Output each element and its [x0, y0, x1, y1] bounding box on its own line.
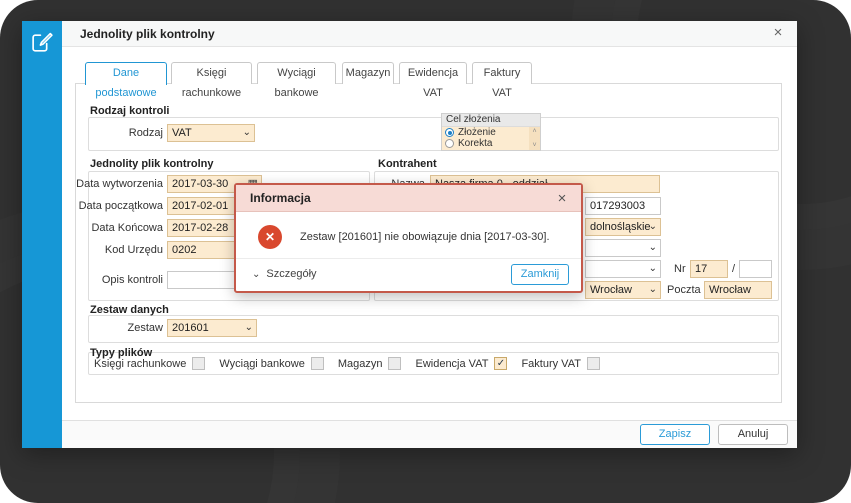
data-koncowa-label: Data Końcowa [91, 222, 163, 234]
nr-input[interactable]: 17 [690, 260, 728, 278]
field-value: Wrocław [709, 284, 751, 296]
date-value: 2017-02-28 [172, 222, 229, 234]
field-value: 017293003 [590, 200, 646, 212]
section-title-kontrahent: Kontrahent [378, 158, 437, 170]
nr-label: Nr [674, 263, 686, 275]
radio-label: Korekta [458, 138, 493, 149]
window-close-icon[interactable]: × [769, 24, 787, 42]
select-value: 201601 [172, 322, 209, 334]
miejscowosc-select[interactable]: Wrocław ⌄ [585, 281, 661, 299]
dialog-header: Informacja × [236, 185, 581, 212]
dialog-close-icon[interactable]: × [553, 190, 571, 208]
cel-scrollbar[interactable]: ˄ ˅ [529, 127, 540, 150]
chevron-down-icon: ⌄ [244, 322, 253, 333]
chevron-down-icon: ⌄ [648, 263, 657, 274]
cel-zlozenia-header: Cel złożenia [442, 114, 540, 127]
file-type-wyciagi-bankowe: Wyciągi bankowe ✓ [219, 357, 324, 370]
checkbox-icon[interactable]: ✓ [586, 357, 600, 370]
scroll-down-icon[interactable]: ˅ [532, 142, 536, 149]
checkbox-label: Ewidencja VAT [415, 357, 489, 370]
zestaw-label: Zestaw [127, 322, 163, 334]
details-expander[interactable]: ⌄ Szczegóły [252, 268, 317, 280]
tab-wyciagi-bankowe[interactable]: Wyciągi bankowe [257, 62, 336, 99]
nr-separator: / [732, 263, 736, 275]
check-icon: ✓ [496, 357, 506, 369]
details-label: Szczegóły [266, 268, 317, 280]
file-type-magazyn: Magazyn ✓ [338, 357, 402, 370]
checkbox-label: Wyciągi bankowe [219, 357, 305, 370]
radio-label: Złożenie [458, 127, 496, 138]
save-button[interactable]: Zapisz [640, 424, 710, 445]
poczta-label: Poczta [667, 284, 701, 296]
jpk-window: Jednolity plik kontrolny × Dane podstawo… [22, 21, 797, 448]
dialog-close-button[interactable]: Zamknij [511, 264, 569, 285]
radio-option-korekta[interactable]: Korekta [442, 138, 540, 149]
dialog-message: Zestaw [201601] nie obowiązuje dnia [201… [300, 231, 550, 243]
dialog-footer: ⌄ Szczegóły Zamknij [236, 258, 581, 291]
tab-ksiegi-rachunkowe[interactable]: Księgi rachunkowe [171, 62, 252, 99]
section-title-rodzaj-kontroli: Rodzaj kontroli [90, 105, 170, 117]
file-type-faktury-vat: Faktury VAT ✓ [521, 357, 600, 370]
checkbox-icon[interactable]: ✓ [192, 357, 206, 370]
window-titlebar: Jednolity plik kontrolny [62, 21, 797, 47]
tab-ewidencja-vat[interactable]: Ewidencja VAT [399, 62, 467, 99]
field-value: 17 [695, 263, 708, 275]
tab-dane-podstawowe[interactable]: Dane podstawowe [85, 62, 167, 99]
tab-magazyn[interactable]: Magazyn [342, 62, 394, 84]
dialog-title: Informacja [250, 191, 311, 205]
chevron-down-icon: ⌄ [648, 221, 657, 232]
cancel-button[interactable]: Anuluj [718, 424, 788, 445]
date-value: 2017-03-30 [172, 178, 229, 190]
poczta-input[interactable]: Wrocław [704, 281, 772, 299]
chevron-down-icon: ⌄ [648, 242, 657, 253]
radio-icon[interactable] [445, 128, 454, 137]
select-value: Wrocław [590, 284, 632, 296]
file-type-ksiegi-rachunkowe: Księgi rachunkowe ✓ [94, 357, 206, 370]
checkbox-label: Faktury VAT [521, 357, 581, 370]
section-title-zestaw-danych: Zestaw danych [90, 304, 169, 316]
window-title: Jednolity plik kontrolny [80, 27, 215, 41]
field-value: 0202 [172, 244, 197, 256]
data-poczatkowa-label: Data początkowa [78, 200, 163, 212]
informacja-dialog: Informacja × ✕ Zestaw [201601] nie obowi… [234, 183, 583, 293]
radio-icon[interactable] [445, 139, 454, 148]
rodzaj-select-value: VAT [172, 127, 192, 139]
kod-urzedu-label: Kod Urzędu [104, 244, 163, 256]
checkbox-label: Magazyn [337, 357, 383, 370]
checkbox-icon[interactable]: ✓ [310, 357, 324, 370]
checkbox-icon[interactable]: ✓ [388, 357, 402, 370]
file-type-ewidencja-vat: Ewidencja VAT ✓ [415, 357, 508, 370]
section-title-jpk: Jednolity plik kontrolny [90, 158, 214, 170]
regon-input[interactable]: 017293003 [585, 197, 661, 215]
rodzaj-select[interactable]: VAT ⌄ [167, 124, 255, 142]
chevron-down-icon: ⌄ [242, 127, 251, 138]
powiat-select[interactable]: ⌄ [585, 239, 661, 257]
nr-lokalu-input[interactable] [739, 260, 772, 278]
scroll-up-icon[interactable]: ˄ [532, 128, 536, 135]
checkbox-icon[interactable]: ✓ [494, 357, 508, 370]
rodzaj-label: Rodzaj [128, 127, 163, 139]
file-types-row: Księgi rachunkowe ✓ Wyciągi bankowe ✓ Ma… [94, 357, 600, 370]
checkbox-label: Księgi rachunkowe [94, 357, 187, 370]
error-icon: ✕ [258, 225, 282, 249]
chevron-down-icon: ⌄ [648, 284, 657, 295]
ulica-select[interactable]: ⌄ [585, 260, 661, 278]
data-wytworzenia-label: Data wytworzenia [76, 178, 163, 190]
chevron-down-icon: ⌄ [252, 268, 261, 280]
wojewodztwo-select[interactable]: dolnośląskie ⌄ [585, 218, 661, 236]
select-value: dolnośląskie [590, 221, 651, 233]
desktop-background: Jednolity plik kontrolny × Dane podstawo… [0, 0, 851, 503]
tab-faktury-vat[interactable]: Faktury VAT [472, 62, 532, 99]
date-value: 2017-02-01 [172, 200, 229, 212]
radio-option-zlozenie[interactable]: Złożenie [442, 127, 540, 138]
opis-kontroli-label: Opis kontroli [101, 274, 163, 286]
cel-zlozenia-panel: Cel złożenia Złożenie Korekta ˄ ˅ [441, 113, 541, 151]
zestaw-select[interactable]: 201601 ⌄ [167, 319, 257, 337]
window-sidebar [22, 21, 62, 448]
